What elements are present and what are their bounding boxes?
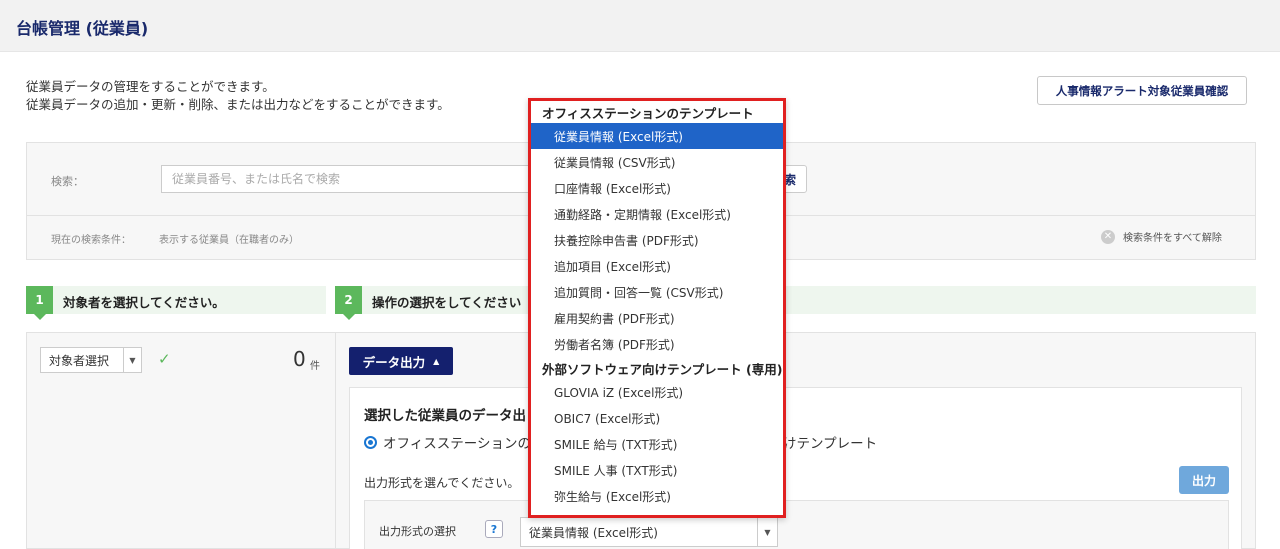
dropdown-item[interactable]: 弥生給与 (Excel形式)	[531, 483, 783, 509]
dropdown-item[interactable]: GLOVIA iZ (Excel形式)	[531, 379, 783, 405]
dropdown-item[interactable]: 口座情報 (Excel形式)	[531, 175, 783, 201]
target-select-dropdown[interactable]: 対象者選択 ▼	[40, 347, 142, 373]
chevron-up-icon: ▲	[433, 356, 440, 366]
target-count: 0	[293, 347, 306, 371]
dropdown-item[interactable]: 通勤経路・定期情報 (Excel形式)	[531, 201, 783, 227]
hr-alert-button[interactable]: 人事情報アラート対象従業員確認	[1037, 76, 1247, 105]
clear-conditions-label: 検索条件をすべて解除	[1123, 233, 1222, 244]
step-1-bar: 1 対象者を選択してください。	[26, 286, 326, 320]
page-description: 従業員データの管理をすることができます。 従業員データの追加・更新・削除、または…	[26, 78, 450, 114]
dropdown-item[interactable]: OBIC7 (Excel形式)	[531, 405, 783, 431]
page-title: 台帳管理 (従業員)	[16, 19, 149, 38]
radio-external-label[interactable]: けテンプレート	[783, 432, 877, 452]
search-label: 検索：	[51, 175, 84, 188]
dropdown-item[interactable]: 従業員情報 (Excel形式)	[531, 123, 783, 149]
chevron-down-icon: ▼	[123, 348, 141, 372]
chevron-down-icon: ▼	[757, 518, 777, 546]
dropdown-item[interactable]: 従業員情報 (CSV形式)	[531, 149, 783, 175]
target-panel: 対象者選択 ▼ ✓ 0 件	[26, 332, 335, 549]
page-header: 台帳管理 (従業員)	[0, 0, 1280, 52]
format-dropdown-menu: オフィスステーションのテンプレート 従業員情報 (Excel形式) 従業員情報 …	[528, 98, 786, 518]
format-select-value: 従業員情報 (Excel形式)	[529, 525, 658, 540]
format-select[interactable]: 従業員情報 (Excel形式) ▼	[520, 517, 778, 547]
help-icon[interactable]: ?	[485, 520, 503, 538]
step-2-number: 2	[335, 286, 362, 320]
step-1-text: 対象者を選択してください。	[63, 295, 225, 310]
output-button[interactable]: 出力	[1179, 466, 1229, 494]
radio-office-station-label: オフィスステーションの	[383, 436, 531, 452]
clear-conditions-button[interactable]: ✕ 検索条件をすべて解除	[1101, 229, 1222, 244]
dropdown-group-office-station: オフィスステーションのテンプレート	[542, 105, 754, 121]
operation-panel: データ出力 ▲ 選択した従業員のデータ出 オフィスステーションの けテンプレート…	[335, 332, 1256, 549]
format-row: 出力形式の選択 ? 従業員情報 (Excel形式) ▼	[364, 500, 1229, 549]
search-condition-value: 表示する従業員（在職者のみ）	[159, 235, 299, 246]
format-hint: 出力形式を選んでください。	[364, 476, 520, 490]
step-1-number: 1	[26, 286, 53, 320]
data-output-box: 選択した従業員のデータ出 オフィスステーションの けテンプレート 出力形式を選ん…	[349, 387, 1242, 549]
description-line-1: 従業員データの管理をすることができます。	[26, 79, 275, 94]
description-line-2: 従業員データの追加・更新・削除、または出力などをすることができます。	[26, 97, 450, 112]
target-count-unit: 件	[310, 361, 320, 372]
target-select-label: 対象者選択	[49, 353, 110, 368]
dropdown-item[interactable]: 雇用契約書 (PDF形式)	[531, 305, 783, 331]
radio-office-station[interactable]: オフィスステーションの	[364, 432, 531, 452]
step-2-bar: 2 操作の選択をしてください	[335, 286, 1256, 320]
check-icon: ✓	[158, 350, 171, 368]
step-2-text: 操作の選択をしてください	[372, 295, 522, 310]
dropdown-item[interactable]: 追加質問・回答一覧 (CSV形式)	[531, 279, 783, 305]
data-output-label: データ出力	[362, 354, 426, 370]
dropdown-item[interactable]: SMILE 給与 (TXT形式)	[531, 431, 783, 457]
dropdown-item[interactable]: 扶養控除申告書 (PDF形式)	[531, 227, 783, 253]
dropdown-item[interactable]: 労働者名簿 (PDF形式)	[531, 331, 783, 357]
search-input[interactable]	[161, 165, 581, 193]
search-condition-label: 現在の検索条件：	[51, 235, 131, 246]
dropdown-group-external: 外部ソフトウェア向けテンプレート (専用)	[542, 361, 783, 377]
data-output-title: 選択した従業員のデータ出	[364, 408, 526, 424]
dropdown-item[interactable]: SMILE 人事 (TXT形式)	[531, 457, 783, 483]
radio-selected-icon	[364, 435, 377, 449]
format-label: 出力形式の選択	[379, 525, 456, 538]
clear-icon: ✕	[1101, 229, 1115, 244]
dropdown-item[interactable]: 追加項目 (Excel形式)	[531, 253, 783, 279]
data-output-button[interactable]: データ出力 ▲	[349, 347, 453, 375]
